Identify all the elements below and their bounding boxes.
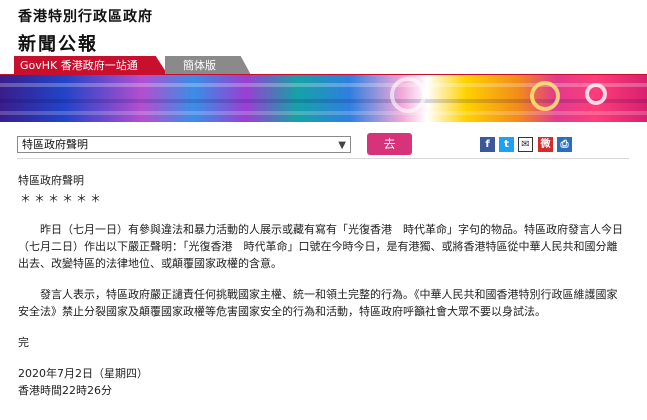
weibo-icon[interactable]: 微 [538, 137, 553, 152]
article-heading: 特區政府聲明 [18, 174, 84, 187]
category-select[interactable]: 特區政府聲明 ▼ [17, 136, 351, 153]
email-icon[interactable]: ✉ [518, 137, 533, 152]
separator-stars: ＊＊＊＊＊＊ [20, 192, 104, 205]
release-date: 2020年7月2日（星期四） [18, 367, 148, 380]
govhk-link[interactable]: GovHK 香港政府一站通 [14, 56, 168, 75]
go-button[interactable]: 去 [367, 133, 412, 155]
paragraph-2: 發言人表示，特區政府嚴正譴責任何挑戰國家主權、統一和領土完整的行為。《中華人民共… [18, 288, 618, 318]
article-toolbar: 特區政府聲明 ▼ 去 f t ✉ 微 ⎙ [0, 132, 647, 156]
category-select-value: 特區政府聲明 [22, 138, 88, 151]
article-body: 特區政府聲明 ＊＊＊＊＊＊ 昨日（七月一日）有參與違法和暴力活動的人展示或藏有寫… [18, 172, 623, 399]
site-title[interactable]: 新聞公報 [18, 30, 153, 56]
simplified-chinese-link[interactable]: 簡体版 [165, 56, 251, 75]
top-tab-bar: GovHK 香港政府一站通 簡体版 [0, 56, 647, 75]
divider [17, 158, 629, 159]
print-icon[interactable]: ⎙ [557, 137, 572, 152]
banner-ring [585, 83, 607, 105]
banner-ring [530, 81, 560, 111]
facebook-icon[interactable]: f [480, 137, 495, 152]
banner-stripe [0, 111, 647, 115]
page-header: 香港特別行政區政府 新聞公報 [18, 6, 153, 56]
release-time: 香港時間22時26分 [18, 384, 112, 397]
paragraph-1: 昨日（七月一日）有參與違法和暴力活動的人展示或藏有寫有「光復香港 時代革命」字句… [18, 223, 623, 270]
government-title: 香港特別行政區政府 [18, 9, 153, 25]
end-mark: 完 [18, 336, 29, 349]
banner-ring [390, 77, 426, 113]
chevron-down-icon: ▼ [338, 140, 346, 151]
twitter-icon[interactable]: t [499, 137, 514, 152]
decorative-banner [0, 75, 647, 122]
